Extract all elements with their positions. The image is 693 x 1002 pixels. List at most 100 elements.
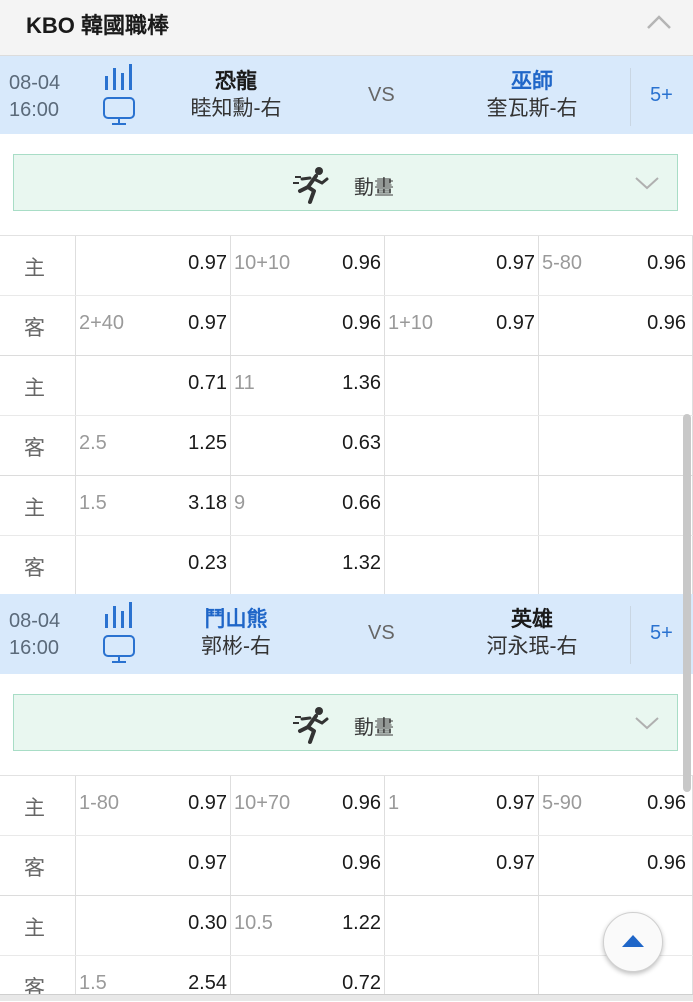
home-pitcher: 睦知勳-右 bbox=[190, 97, 282, 120]
total-line: 5-80 bbox=[542, 252, 583, 274]
away-team-name: 巫師 bbox=[511, 70, 553, 93]
chevron-down-icon[interactable] bbox=[634, 173, 660, 193]
odds-value[interactable]: 0.97 bbox=[459, 252, 535, 275]
odds-value[interactable]: 2.54 bbox=[150, 972, 227, 995]
animation-toggle[interactable]: 動畫 bbox=[13, 694, 678, 751]
odds-row: 客 0.97 0.96 0.97 0.96 bbox=[0, 836, 693, 896]
odds-row: 客 0.23 1.32 bbox=[0, 536, 693, 594]
stats-icon[interactable] bbox=[104, 64, 134, 90]
away-team: 英雄 河永珉-右 bbox=[452, 606, 612, 660]
odds-value[interactable]: 0.96 bbox=[305, 312, 381, 335]
odds-value[interactable]: 0.97 bbox=[150, 852, 227, 875]
match-date: 08-04 bbox=[9, 72, 61, 94]
side-label: 客 bbox=[24, 317, 45, 340]
divider bbox=[630, 68, 631, 126]
handicap-line: 1 bbox=[388, 792, 400, 814]
league-title: KBO 韓國職棒 bbox=[26, 13, 170, 38]
side-label: 客 bbox=[24, 437, 45, 460]
home-team: 恐龍 睦知勳-右 bbox=[156, 68, 316, 122]
back-to-top-button[interactable] bbox=[603, 912, 663, 972]
animation-section: 動畫 bbox=[0, 134, 693, 236]
side-label: 主 bbox=[24, 917, 45, 940]
match-header[interactable]: 08-04 16:00 鬥山熊 郭彬-右 VS 英雄 河永珉-右 5+ bbox=[0, 594, 693, 675]
odds-row: 客 2.5 1.25 0.63 bbox=[0, 416, 693, 476]
odds-value[interactable]: 3.18 bbox=[150, 492, 227, 515]
odds-value[interactable]: 0.96 bbox=[608, 312, 686, 335]
odds-row: 主 0.71 11 1.36 bbox=[0, 356, 693, 416]
odds-value[interactable]: 0.71 bbox=[150, 372, 227, 395]
odds-value[interactable]: 0.97 bbox=[150, 312, 227, 335]
side-label: 客 bbox=[24, 557, 45, 580]
total-line: 5-90 bbox=[542, 792, 583, 814]
odds-row: 主 1-80 0.97 10+70 0.96 1 0.97 5-90 0.96 bbox=[0, 776, 693, 836]
more-bets-button[interactable]: 5+ bbox=[650, 84, 673, 107]
match-datetime: 08-04 16:00 bbox=[9, 608, 60, 662]
odds-value[interactable]: 0.63 bbox=[305, 432, 381, 455]
divider bbox=[630, 606, 631, 664]
odds-value[interactable]: 0.96 bbox=[608, 252, 686, 275]
animation-label: 動畫 bbox=[354, 717, 394, 739]
total-line: 11 bbox=[234, 372, 255, 394]
odds-value[interactable]: 0.97 bbox=[150, 252, 227, 275]
match-header[interactable]: 08-04 16:00 恐龍 睦知勳-右 VS 巫師 奎瓦斯-右 5+ bbox=[0, 56, 693, 137]
odds-value[interactable]: 0.30 bbox=[150, 912, 227, 935]
odds-value[interactable]: 0.96 bbox=[305, 852, 381, 875]
odds-row: 客 2+40 0.97 0.96 1+10 0.97 0.96 bbox=[0, 296, 693, 356]
tv-icon[interactable] bbox=[102, 96, 136, 126]
animation-toggle[interactable]: 動畫 bbox=[13, 154, 678, 211]
odds-row: 主 1.5 3.18 9 0.66 bbox=[0, 476, 693, 536]
odds-value[interactable]: 1.25 bbox=[150, 432, 227, 455]
league-header[interactable]: KBO 韓國職棒 bbox=[0, 0, 693, 56]
away-pitcher: 奎瓦斯-右 bbox=[486, 97, 578, 120]
home-pitcher: 郭彬-右 bbox=[201, 635, 271, 658]
running-man-icon bbox=[293, 707, 329, 744]
odds-value[interactable]: 0.96 bbox=[305, 792, 381, 815]
home-team-name: 恐龍 bbox=[215, 70, 257, 93]
odds-value[interactable]: 0.96 bbox=[305, 252, 381, 275]
odds-value[interactable]: 0.96 bbox=[608, 792, 686, 815]
handicap-line: 1.5 bbox=[79, 972, 107, 994]
odds-value[interactable]: 1.22 bbox=[305, 912, 381, 935]
home-team-name: 鬥山熊 bbox=[204, 608, 268, 631]
total-line: 10+70 bbox=[234, 792, 291, 814]
handicap-line: 1+10 bbox=[388, 312, 434, 334]
handicap-line: 2+40 bbox=[79, 312, 125, 334]
handicap-line: 1-80 bbox=[79, 792, 120, 814]
odds-value[interactable]: 0.97 bbox=[459, 792, 535, 815]
side-label: 主 bbox=[24, 377, 45, 400]
odds-value[interactable]: 0.97 bbox=[150, 792, 227, 815]
odds-value[interactable]: 0.72 bbox=[305, 972, 381, 995]
odds-value[interactable]: 1.32 bbox=[305, 552, 381, 575]
handicap-line: 1.5 bbox=[79, 492, 107, 514]
stats-icon[interactable] bbox=[104, 602, 134, 628]
away-pitcher: 河永珉-右 bbox=[486, 635, 578, 658]
odds-value[interactable]: 0.96 bbox=[608, 852, 686, 875]
away-team: 巫師 奎瓦斯-右 bbox=[452, 68, 612, 122]
total-line: 9 bbox=[234, 492, 246, 514]
match-time: 16:00 bbox=[9, 637, 60, 659]
odds-value[interactable]: 1.36 bbox=[305, 372, 381, 395]
handicap-line: 2.5 bbox=[79, 432, 107, 454]
away-team-name: 英雄 bbox=[511, 608, 553, 631]
vs-label: VS bbox=[368, 84, 395, 106]
chevron-up-icon[interactable] bbox=[645, 12, 673, 32]
match-date: 08-04 bbox=[9, 610, 61, 632]
running-man-icon bbox=[293, 167, 329, 204]
tv-icon[interactable] bbox=[102, 634, 136, 664]
vs-label: VS bbox=[368, 622, 395, 644]
odds-value[interactable]: 0.97 bbox=[459, 852, 535, 875]
more-bets-button[interactable]: 5+ bbox=[650, 622, 673, 645]
arrow-up-icon bbox=[622, 935, 644, 947]
home-team: 鬥山熊 郭彬-右 bbox=[156, 606, 316, 660]
match-datetime: 08-04 16:00 bbox=[9, 70, 60, 124]
total-line: 10+10 bbox=[234, 252, 291, 274]
odds-value[interactable]: 0.97 bbox=[459, 312, 535, 335]
chevron-down-icon[interactable] bbox=[634, 713, 660, 733]
side-label: 主 bbox=[24, 797, 45, 820]
odds-row: 主 0.97 10+10 0.96 0.97 5-80 0.96 bbox=[0, 236, 693, 296]
odds-row: 主 0.30 10.5 1.22 bbox=[0, 896, 693, 956]
side-label: 主 bbox=[24, 257, 45, 280]
odds-value[interactable]: 0.66 bbox=[305, 492, 381, 515]
scrollbar[interactable] bbox=[683, 414, 691, 792]
odds-value[interactable]: 0.23 bbox=[150, 552, 227, 575]
